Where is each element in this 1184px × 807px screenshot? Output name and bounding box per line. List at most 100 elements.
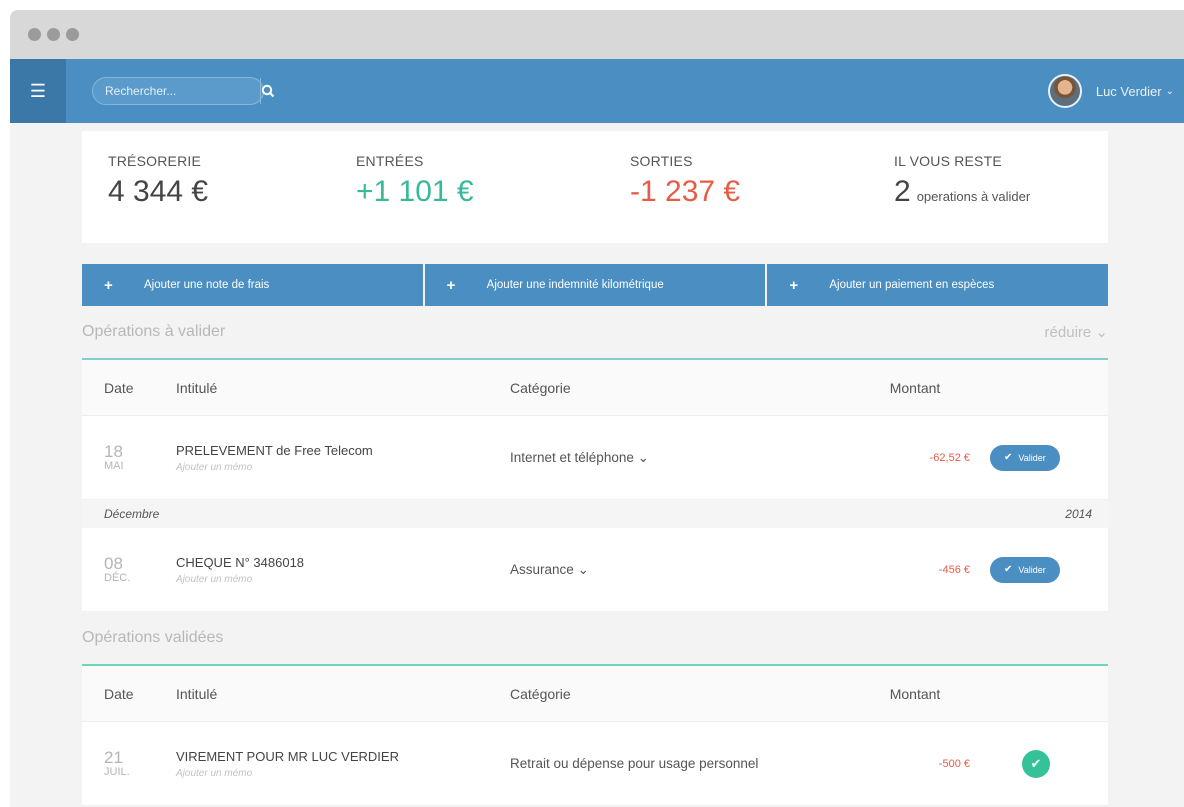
validate-label: Valider — [1018, 452, 1046, 463]
validated-table: Date Intitulé Catégorie Montant 21 JUIL.… — [82, 664, 1108, 806]
pending-section-header: Opérations à valider réduire ⌄ — [82, 306, 1108, 358]
category-label: Retrait ou dépense pour usage personnel — [510, 755, 759, 771]
table-row: 21 JUIL. VIREMENT POUR MR LUC VERDIER Aj… — [82, 722, 1108, 806]
operation-title: CHEQUE N° 3486018 — [176, 554, 305, 570]
title-cell: PRELEVEMENT de Free Telecom Ajouter un m… — [176, 443, 510, 473]
entrees-label: ENTRÉES — [356, 153, 424, 169]
search-icon[interactable] — [260, 78, 275, 104]
add-memo-link[interactable]: Ajouter un mémo — [176, 574, 510, 585]
column-category: Catégorie — [510, 685, 571, 702]
window-zoom-dot[interactable] — [66, 28, 79, 41]
chevron-down-icon: ⌄ — [637, 449, 649, 465]
group-month: Décembre — [104, 507, 160, 521]
validate-button[interactable]: ✔ Valider — [990, 556, 1060, 583]
reste-label: IL VOUS RESTE — [894, 153, 1002, 169]
validated-section-header: Opérations validées — [82, 612, 1108, 664]
pending-table-header: Date Intitulé Catégorie Montant — [82, 360, 1108, 416]
entrees-stat: ENTRÉES +1 101 € — [356, 153, 474, 209]
date-month: JUIL. — [104, 766, 130, 778]
date-day: 18 — [104, 442, 123, 461]
add-memo-link[interactable]: Ajouter un mémo — [176, 768, 510, 779]
plus-icon: + — [446, 276, 456, 294]
date-cell: 21 JUIL. — [82, 749, 176, 778]
table-row: 18 MAI PRELEVEMENT de Free Telecom Ajout… — [82, 416, 1108, 500]
column-date: Date — [104, 379, 134, 396]
amount-cell: -62,52 € — [929, 451, 970, 464]
validated-section-title: Opérations validées — [82, 629, 224, 646]
title-cell: CHEQUE N° 3486018 Ajouter un mémo — [176, 555, 510, 585]
window-close-dot[interactable] — [28, 28, 41, 41]
category-dropdown[interactable]: Internet et téléphone ⌄ — [510, 450, 649, 465]
entrees-value: +1 101 € — [356, 175, 474, 208]
validated-table-header: Date Intitulé Catégorie Montant — [82, 666, 1108, 722]
add-cash-payment-label: Ajouter un paiement en espèces — [829, 279, 995, 291]
chevron-down-icon: ⌄ — [1095, 324, 1108, 341]
window-minimize-dot[interactable] — [47, 28, 60, 41]
window-titlebar — [10, 10, 1184, 59]
category-dropdown[interactable]: Assurance ⌄ — [510, 562, 589, 577]
validated-check-icon: ✔ — [1022, 749, 1050, 778]
sorties-value: -1 237 € — [630, 175, 741, 208]
search-input[interactable] — [93, 78, 260, 104]
tresorerie-label: TRÉSORERIE — [108, 153, 202, 169]
validate-label: Valider — [1018, 564, 1046, 575]
table-row: 08 DÉC. CHEQUE N° 3486018 Ajouter un mém… — [82, 528, 1108, 612]
main-content: TRÉSORERIE 4 344 € ENTRÉES +1 101 € SORT… — [82, 131, 1109, 806]
amount-cell: -500 € — [938, 757, 970, 770]
action-bar: + Ajouter une note de frais + Ajouter un… — [82, 264, 1109, 306]
chevron-down-icon: ⌄ — [577, 561, 589, 577]
hamburger-menu-icon[interactable]: ☰ — [10, 59, 66, 123]
top-navbar: ☰ Luc Verdier ⌄ — [10, 59, 1184, 123]
sorties-label: SORTIES — [630, 153, 693, 169]
column-amount: Montant — [889, 685, 941, 702]
reduce-toggle[interactable]: réduire ⌄ — [1045, 323, 1108, 341]
pending-table: Date Intitulé Catégorie Montant 18 MAI P… — [82, 358, 1108, 612]
validate-button[interactable]: ✔ Valider — [990, 444, 1060, 471]
date-month: DÉC. — [104, 572, 131, 584]
action-cell: ✔ — [990, 749, 1108, 778]
action-cell: ✔ Valider — [990, 556, 1108, 583]
check-icon: ✔ — [1004, 564, 1013, 575]
add-expense-note-label: Ajouter une note de frais — [144, 279, 270, 291]
reste-value: 2 operations à valider — [894, 175, 1030, 209]
check-icon: ✔ — [1004, 452, 1013, 463]
reste-text[interactable]: operations à valider — [917, 189, 1030, 204]
user-name[interactable]: Luc Verdier — [1096, 84, 1162, 99]
column-date: Date — [104, 685, 134, 702]
chevron-down-icon[interactable]: ⌄ — [1166, 86, 1174, 97]
avatar[interactable] — [1047, 74, 1082, 108]
date-month: MAI — [104, 460, 124, 472]
title-cell: VIREMENT POUR MR LUC VERDIER Ajouter un … — [176, 749, 510, 779]
summary-panel: TRÉSORERIE 4 344 € ENTRÉES +1 101 € SORT… — [82, 131, 1108, 243]
category-cell: Assurance ⌄ — [510, 561, 840, 579]
operation-title: VIREMENT POUR MR LUC VERDIER — [176, 748, 399, 764]
plus-icon: + — [789, 276, 799, 294]
date-day: 21 — [104, 748, 123, 767]
action-cell: ✔ Valider — [990, 444, 1108, 471]
plus-icon: + — [104, 276, 113, 294]
reste-stat: IL VOUS RESTE 2 operations à valider — [894, 153, 1030, 209]
column-title: Intitulé — [176, 379, 218, 396]
date-day: 08 — [104, 554, 123, 573]
sorties-stat: SORTIES -1 237 € — [630, 153, 740, 209]
user-menu[interactable]: Luc Verdier ⌄ — [1047, 59, 1174, 123]
add-expense-note-button[interactable]: + Ajouter une note de frais — [82, 264, 425, 306]
column-title: Intitulé — [176, 685, 218, 702]
add-cash-payment-button[interactable]: + Ajouter un paiement en espèces — [767, 264, 1109, 306]
group-year: 2014 — [1065, 507, 1092, 521]
category-cell: Internet et téléphone ⌄ — [510, 449, 840, 467]
category-label: Assurance — [510, 561, 574, 577]
operation-title: PRELEVEMENT de Free Telecom — [176, 442, 373, 458]
category-label: Internet et téléphone — [510, 449, 634, 465]
amount-cell: -456 € — [938, 563, 970, 576]
column-category: Catégorie — [510, 379, 571, 396]
add-mileage-allowance-label: Ajouter une indemnité kilométrique — [486, 279, 664, 291]
reduce-label: réduire — [1044, 324, 1092, 341]
search-box — [92, 77, 275, 105]
reste-count: 2 — [894, 175, 911, 208]
add-memo-link[interactable]: Ajouter un mémo — [176, 462, 510, 473]
month-group-header: Décembre 2014 — [82, 500, 1108, 528]
pending-section-title: Opérations à valider — [82, 323, 226, 340]
add-mileage-allowance-button[interactable]: + Ajouter une indemnité kilométrique — [424, 264, 768, 306]
tresorerie-stat: TRÉSORERIE 4 344 € — [108, 153, 208, 209]
